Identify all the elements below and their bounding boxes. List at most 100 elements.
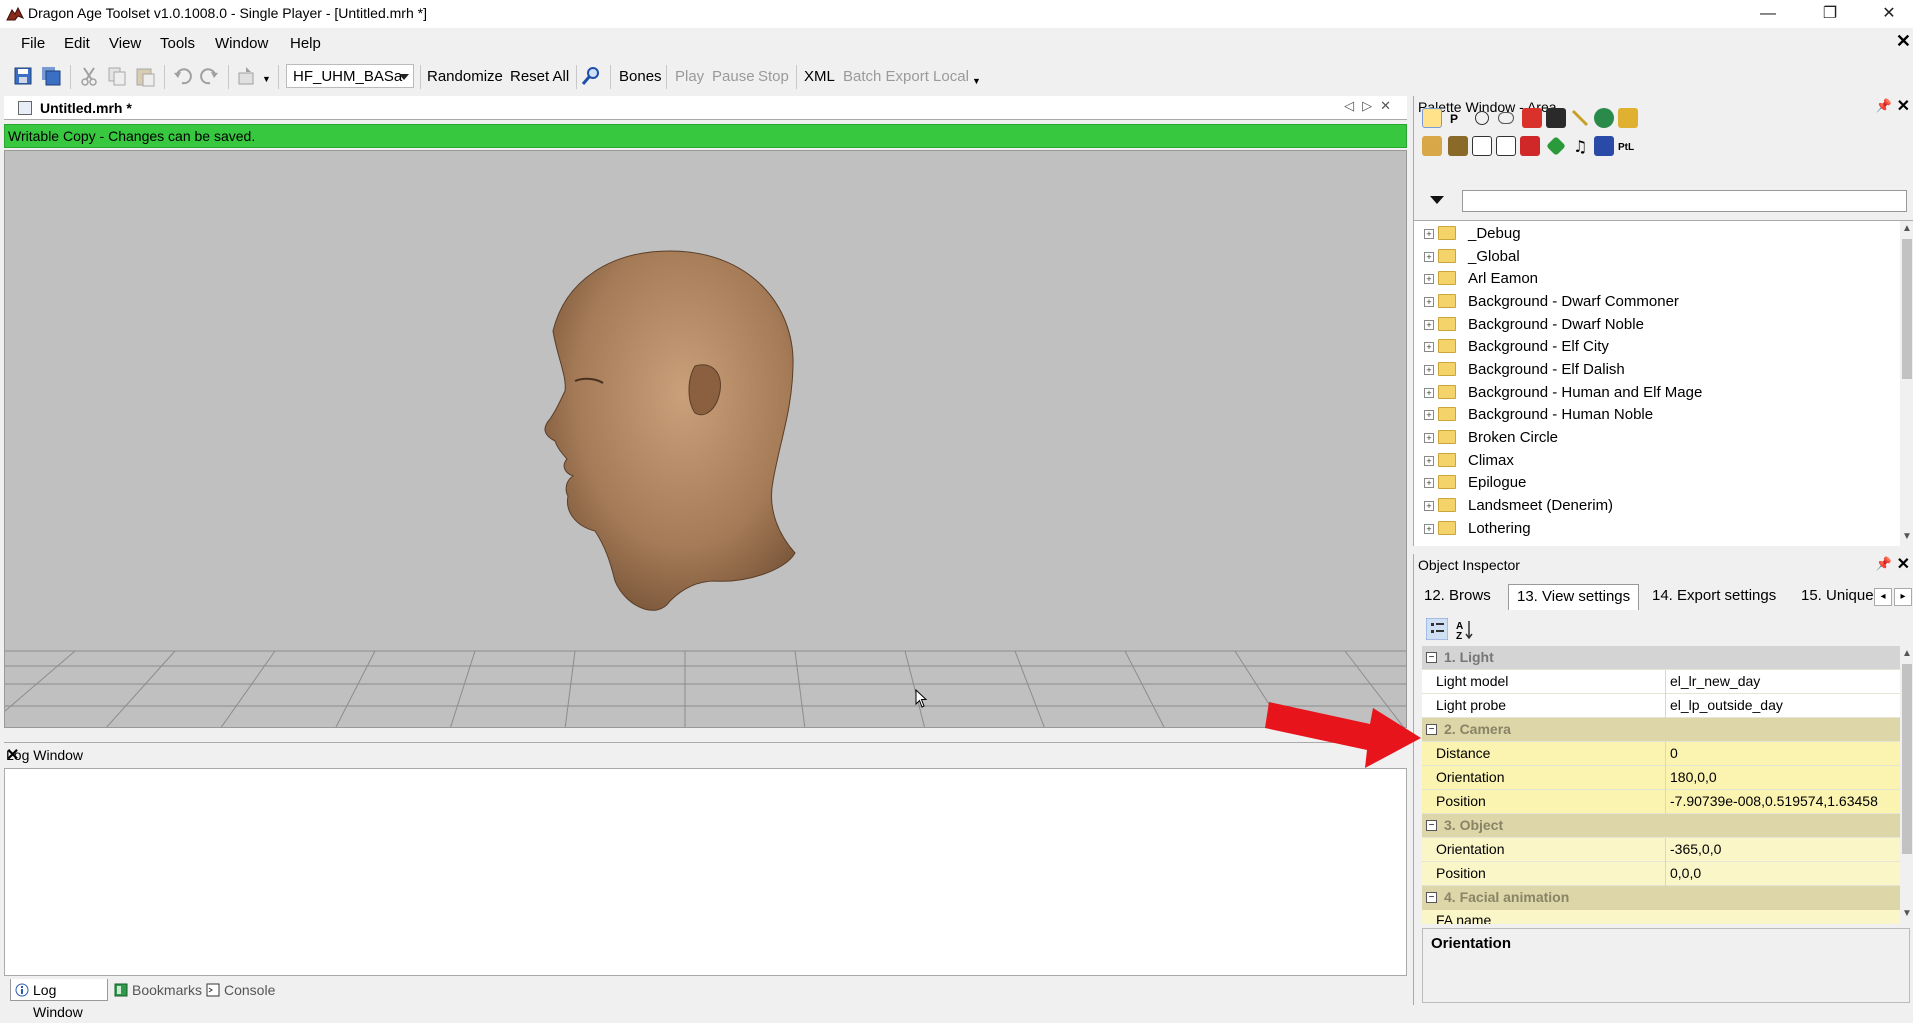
save-all-icon[interactable] bbox=[40, 65, 62, 87]
tab-untitled-mrh[interactable]: Untitled.mrh * bbox=[14, 98, 138, 119]
property-row[interactable]: Light model el_lr_new_day bbox=[1422, 670, 1902, 694]
npc-icon[interactable] bbox=[1475, 111, 1489, 125]
waypoint-icon[interactable] bbox=[1570, 108, 1590, 128]
tab-view-settings[interactable]: 13. View settings bbox=[1508, 584, 1640, 610]
tree-item[interactable]: + _Global bbox=[1414, 246, 1894, 268]
category-camera[interactable]: −2. Camera bbox=[1422, 718, 1902, 742]
scrollbar-thumb[interactable] bbox=[1902, 664, 1912, 854]
redo-icon[interactable] bbox=[198, 65, 220, 87]
collapse-icon[interactable]: − bbox=[1426, 820, 1437, 831]
tree-item[interactable]: + Climax bbox=[1414, 450, 1894, 472]
expand-icon[interactable]: + bbox=[1424, 320, 1434, 330]
tree-item[interactable]: + Background - Elf Dalish bbox=[1414, 359, 1894, 381]
menu-file[interactable]: File bbox=[21, 35, 45, 52]
sound-set-icon[interactable] bbox=[1520, 136, 1540, 156]
merchant-icon[interactable] bbox=[1422, 136, 1442, 156]
export-dropdown-icon[interactable]: ▼ bbox=[262, 74, 271, 84]
tree-item[interactable]: + Background - Dwarf Commoner bbox=[1414, 291, 1894, 313]
tab-unique[interactable]: 15. Unique bbox=[1793, 584, 1882, 610]
property-value[interactable]: 0 bbox=[1670, 745, 1678, 761]
tree-item[interactable]: + Background - Dwarf Noble bbox=[1414, 314, 1894, 336]
conversation-icon[interactable] bbox=[1496, 136, 1516, 156]
palette-search-input[interactable] bbox=[1462, 190, 1907, 212]
property-grid[interactable]: −1. Light Light model el_lr_new_day Light… bbox=[1422, 646, 1902, 886]
property-row[interactable]: Position 0,0,0 bbox=[1422, 862, 1902, 886]
cutscene-icon[interactable] bbox=[1546, 108, 1566, 128]
script-icon[interactable] bbox=[1472, 136, 1492, 156]
batch-export-local-button[interactable]: Batch Export Local bbox=[843, 68, 969, 85]
property-row[interactable]: Position -7.90739e-008,0.519574,1.63458 bbox=[1422, 790, 1902, 814]
maximize-button[interactable]: ❐ bbox=[1807, 2, 1853, 26]
area-icon[interactable] bbox=[1594, 108, 1614, 128]
category-light[interactable]: −1. Light bbox=[1422, 646, 1902, 670]
tree-item[interactable]: + Arl Eamon bbox=[1414, 268, 1894, 290]
xml-button[interactable]: XML bbox=[804, 68, 835, 85]
mdi-close-button[interactable]: ✕ bbox=[1896, 31, 1911, 52]
property-row[interactable]: FA name bbox=[1422, 910, 1902, 924]
expand-icon[interactable]: + bbox=[1424, 433, 1434, 443]
dialog-icon[interactable] bbox=[1498, 112, 1514, 124]
scroll-up-icon[interactable]: ▲ bbox=[1902, 223, 1912, 234]
music-icon[interactable]: ♫ bbox=[1570, 136, 1590, 156]
menu-edit[interactable]: Edit bbox=[64, 35, 90, 52]
property-row[interactable]: Orientation -365,0,0 bbox=[1422, 838, 1902, 862]
expand-icon[interactable]: + bbox=[1424, 229, 1434, 239]
property-value[interactable]: 0,0,0 bbox=[1670, 865, 1701, 881]
tab-browse[interactable]: 12. Brows bbox=[1416, 584, 1499, 610]
palette-scrollbar[interactable]: ▲ ▼ bbox=[1900, 221, 1913, 546]
paste-icon[interactable] bbox=[134, 65, 156, 87]
category-object[interactable]: −3. Object bbox=[1422, 814, 1902, 838]
property-value[interactable]: el_lr_new_day bbox=[1670, 673, 1760, 689]
tree-item[interactable]: + _Debug bbox=[1414, 223, 1894, 245]
tree-item[interactable]: + Landsmeet (Denerim) bbox=[1414, 495, 1894, 517]
categorized-view-icon[interactable] bbox=[1426, 618, 1448, 640]
log-window-body[interactable] bbox=[4, 768, 1407, 976]
copy-icon[interactable] bbox=[106, 65, 128, 87]
sort-alphabetical-icon[interactable]: AZ bbox=[1454, 618, 1476, 640]
tree-item[interactable]: + Lothering bbox=[1414, 518, 1894, 540]
expand-icon[interactable]: + bbox=[1424, 252, 1434, 262]
property-value[interactable]: el_lp_outside_day bbox=[1670, 697, 1783, 713]
expand-icon[interactable]: + bbox=[1424, 297, 1434, 307]
trap-icon[interactable] bbox=[1522, 108, 1542, 128]
object-icon[interactable] bbox=[1594, 136, 1614, 156]
collapse-icon[interactable]: − bbox=[1426, 724, 1437, 735]
stop-button[interactable]: Stop bbox=[758, 68, 789, 85]
menu-help[interactable]: Help bbox=[290, 35, 321, 52]
toolbar-overflow-icon[interactable]: ▼ bbox=[972, 76, 981, 86]
tab-scroll-left-icon[interactable]: ◂ bbox=[1874, 588, 1892, 606]
collapse-icon[interactable]: − bbox=[1426, 892, 1437, 903]
cut-icon[interactable] bbox=[78, 65, 100, 87]
save-icon[interactable] bbox=[12, 65, 34, 87]
minimize-button[interactable]: — bbox=[1745, 2, 1791, 26]
pin-icon[interactable]: 📌 bbox=[1876, 556, 1892, 572]
expand-icon[interactable]: + bbox=[1424, 524, 1434, 534]
randomize-button[interactable]: Randomize bbox=[427, 68, 503, 85]
find-icon[interactable] bbox=[580, 65, 602, 87]
scroll-up-icon[interactable]: ▲ bbox=[1902, 648, 1912, 659]
property-value[interactable]: 180,0,0 bbox=[1670, 769, 1717, 785]
item-icon[interactable] bbox=[1618, 108, 1638, 128]
pin-icon[interactable]: 📌 bbox=[1876, 98, 1892, 114]
pause-button[interactable]: Pause bbox=[712, 68, 755, 85]
tab-bookmarks[interactable]: Bookmarks bbox=[110, 979, 202, 1001]
property-row[interactable]: Light probe el_lp_outside_day bbox=[1422, 694, 1902, 718]
menu-tools[interactable]: Tools bbox=[160, 35, 195, 52]
plot-icon[interactable]: PtL bbox=[1618, 136, 1638, 156]
tab-export-settings[interactable]: 14. Export settings bbox=[1644, 584, 1784, 610]
collapse-icon[interactable]: − bbox=[1426, 652, 1437, 663]
property-grid-scrollbar[interactable]: ▲ ▼ bbox=[1900, 646, 1913, 924]
expand-icon[interactable]: + bbox=[1424, 456, 1434, 466]
tree-item[interactable]: + Epilogue bbox=[1414, 472, 1894, 494]
model-combo[interactable]: HF_UHM_BASa bbox=[286, 64, 414, 88]
creature-icon[interactable] bbox=[1422, 108, 1442, 128]
expand-icon[interactable]: + bbox=[1424, 274, 1434, 284]
tab-console[interactable]: Console bbox=[202, 979, 275, 1001]
expand-icon[interactable]: + bbox=[1424, 365, 1434, 375]
scroll-down-icon[interactable]: ▼ bbox=[1902, 531, 1912, 542]
scroll-down-icon[interactable]: ▼ bbox=[1902, 908, 1912, 919]
property-row[interactable]: Distance 0 bbox=[1422, 742, 1902, 766]
3d-viewport[interactable] bbox=[4, 150, 1407, 728]
bones-button[interactable]: Bones bbox=[619, 68, 662, 85]
expand-icon[interactable]: + bbox=[1424, 501, 1434, 511]
